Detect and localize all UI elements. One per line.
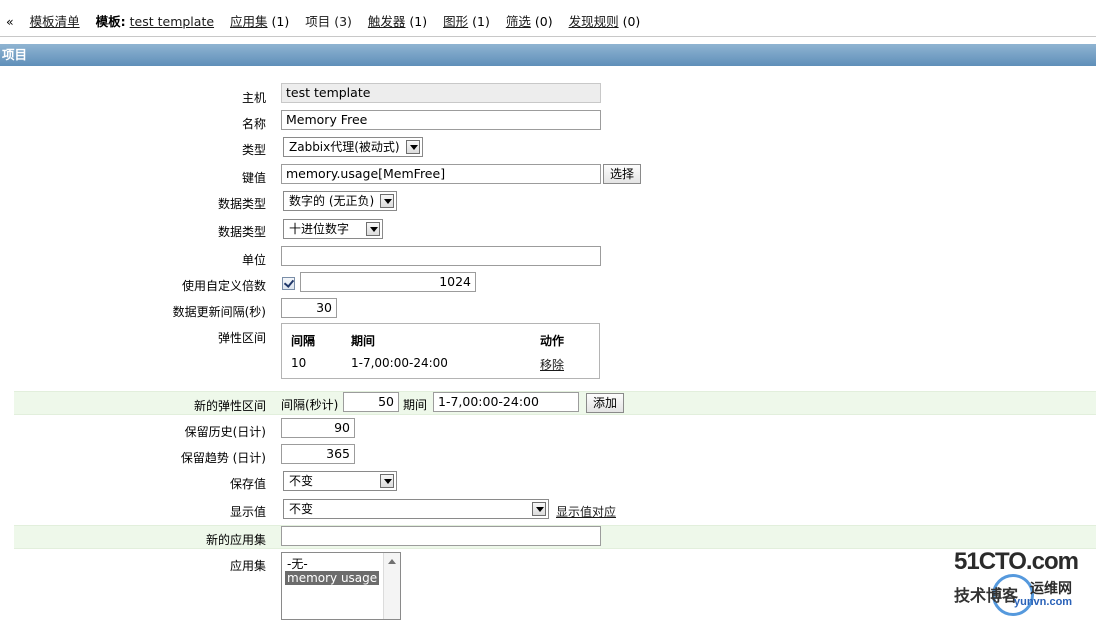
data-type-select[interactable]: 十进位数字: [283, 219, 383, 239]
data-type-label: 数据类型: [217, 225, 266, 239]
flex-row-interval: 10: [291, 356, 307, 370]
show-select[interactable]: 不变: [283, 499, 549, 519]
section-header: 项目: [0, 44, 1096, 66]
new-flex-interval-label: 间隔(秒计): [281, 398, 339, 412]
interval-input[interactable]: 30: [281, 298, 337, 318]
show-select-value: 不变: [289, 502, 314, 516]
value-type-select[interactable]: 数字的 (无正负): [283, 191, 397, 211]
flex-header-period: 期间: [351, 334, 376, 348]
flex-header-action: 动作: [540, 334, 565, 348]
flex-label: 弹性区间: [217, 331, 266, 345]
chevron-down-icon: [380, 194, 394, 208]
breadcrumb-bar: « 模板清单 模板: test template 应用集 (1) 项目 (3) 触发…: [0, 0, 1096, 37]
type-select[interactable]: Zabbix代理(被动式): [283, 137, 423, 157]
breadcrumb: « 模板清单 模板: test template 应用集 (1) 项目 (3) 触发…: [6, 11, 652, 30]
new-app-input[interactable]: [281, 526, 601, 546]
apps-label: 应用集: [229, 559, 266, 573]
template-prefix: 模板:: [95, 14, 126, 29]
data-type-select-value: 十进位数字: [289, 222, 350, 236]
history-input[interactable]: 90: [281, 418, 355, 438]
host-field: test template: [281, 83, 601, 103]
applications-count: (1): [271, 14, 290, 29]
applications-link[interactable]: 应用集: [230, 14, 268, 29]
history-label: 保留历史(日计): [184, 425, 266, 439]
show-mapping-link[interactable]: 显示值对应: [556, 503, 616, 520]
trends-label: 保留趋势 (日计): [180, 451, 266, 465]
watermark-site-url: yunvn.com: [1014, 596, 1073, 608]
store-select[interactable]: 不变: [283, 471, 397, 491]
units-input[interactable]: [281, 246, 601, 266]
interval-label: 数据更新间隔(秒): [172, 305, 266, 319]
back-arrow: «: [6, 14, 18, 29]
chevron-down-icon: [406, 140, 420, 154]
flex-header-interval: 间隔: [291, 334, 316, 348]
trends-input[interactable]: 365: [281, 444, 355, 464]
store-select-value: 不变: [289, 474, 314, 488]
watermark-tagline: 技术博客: [954, 586, 1019, 605]
items-link[interactable]: 项目 (3): [305, 14, 352, 29]
screens-count: (0): [534, 14, 553, 29]
multiplier-input[interactable]: 1024: [300, 272, 476, 292]
template-list-link[interactable]: 模板清单: [30, 14, 80, 29]
key-label: 键值: [241, 171, 266, 185]
flex-intervals-table: 间隔 期间 动作 10 1-7,00:00-24:00 移除: [281, 323, 600, 379]
type-select-value: Zabbix代理(被动式): [289, 140, 400, 154]
watermark-site-cn: 运维网: [1030, 581, 1072, 597]
discovery-link[interactable]: 发现规则: [569, 14, 619, 29]
apps-listbox[interactable]: -无- memory usage: [281, 552, 401, 620]
new-flex-add-button[interactable]: 添加: [586, 393, 625, 413]
new-flex-interval-input[interactable]: 50: [343, 392, 399, 412]
chevron-down-icon: [532, 502, 546, 516]
graphs-count: (1): [472, 14, 490, 29]
section-title: 项目: [2, 47, 28, 62]
triggers-count: (1): [409, 14, 428, 29]
value-type-label: 数据类型: [217, 197, 266, 211]
new-app-label: 新的应用集: [205, 533, 266, 547]
units-label: 单位: [241, 253, 266, 267]
multiplier-checkbox[interactable]: [282, 277, 295, 290]
watermark-brand: 51CTO.com: [954, 548, 1079, 575]
new-flex-period-input[interactable]: 1-7,00:00-24:00: [433, 392, 579, 412]
chevron-down-icon: [380, 474, 394, 488]
flex-row-remove-link[interactable]: 移除: [540, 356, 564, 373]
graphs-link[interactable]: 图形: [443, 14, 468, 29]
apps-option-memory-usage[interactable]: memory usage: [285, 571, 380, 585]
chevron-down-icon: [366, 222, 380, 236]
key-input[interactable]: memory.usage[MemFree]: [281, 164, 601, 184]
apps-scrollbar[interactable]: [383, 553, 400, 619]
new-flex-period-label: 期间: [403, 398, 428, 412]
discovery-count: (0): [622, 14, 641, 29]
value-type-select-value: 数字的 (无正负): [289, 194, 375, 208]
multiplier-label: 使用自定义倍数: [181, 279, 266, 293]
template-name-link[interactable]: test template: [130, 14, 214, 29]
apps-option-none[interactable]: -无-: [285, 557, 310, 571]
flex-row-period: 1-7,00:00-24:00: [351, 356, 448, 370]
store-label: 保存值: [229, 477, 266, 491]
type-label: 类型: [241, 143, 266, 157]
triggers-link[interactable]: 触发器: [368, 14, 406, 29]
watermark: 51CTO.com 技术博客 运维网 yunvn.com: [952, 544, 1092, 616]
screens-link[interactable]: 筛选: [506, 14, 531, 29]
name-input[interactable]: Memory Free: [281, 110, 601, 130]
name-label: 名称: [241, 117, 266, 131]
new-flex-label: 新的弹性区间: [193, 399, 266, 413]
host-label: 主机: [241, 91, 266, 105]
show-label: 显示值: [229, 505, 266, 519]
key-select-button[interactable]: 选择: [603, 164, 642, 184]
